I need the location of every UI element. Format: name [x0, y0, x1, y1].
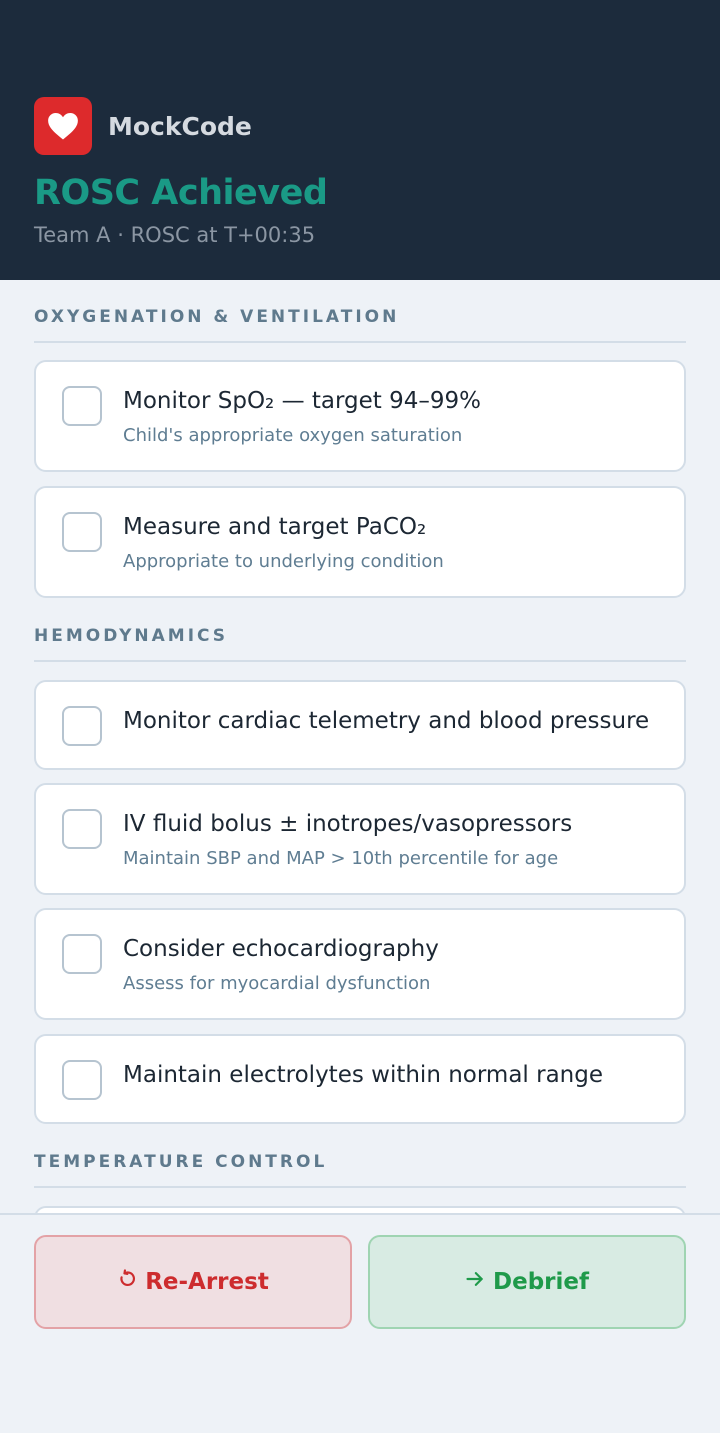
item-subtitle: Maintain SBP and MAP > 10th percentile f…	[123, 848, 559, 869]
item-subtitle: Assess for myocardial dysfunction	[123, 973, 431, 994]
page-title: ROSC Achieved	[34, 173, 328, 213]
heart-icon	[34, 97, 92, 155]
item-title: IV fluid bolus ± inotropes/vasopressors	[123, 811, 573, 837]
checkbox[interactable]	[62, 386, 102, 426]
restart-icon	[117, 1269, 137, 1295]
section-header-oxygenation: OXYGENATION & VENTILATION	[34, 307, 686, 343]
debrief-label: Debrief	[493, 1269, 589, 1295]
item-subtitle: Appropriate to underlying condition	[123, 551, 444, 572]
section-header-hemodynamics: HEMODYNAMICS	[34, 626, 686, 662]
item-subtitle: Child's appropriate oxygen saturation	[123, 425, 463, 446]
re-arrest-label: Re-Arrest	[145, 1269, 269, 1295]
checklist-item[interactable]: Monitor cardiac telemetry and blood pres…	[34, 680, 686, 770]
app-brand: MockCode	[34, 97, 252, 155]
checklist-item[interactable]: Consider echocardiography Assess for myo…	[34, 908, 686, 1020]
checklist-item[interactable]: Monitor SpO₂ — target 94–99% Child's app…	[34, 360, 686, 472]
checkbox[interactable]	[62, 512, 102, 552]
re-arrest-button[interactable]: Re-Arrest	[34, 1235, 352, 1329]
checkbox[interactable]	[62, 934, 102, 974]
item-title: Monitor SpO₂ — target 94–99%	[123, 388, 482, 414]
page-subtitle: Team A · ROSC at T+00:35	[34, 223, 316, 247]
app-name: MockCode	[108, 111, 252, 141]
action-footer: Re-Arrest Debrief	[0, 1213, 720, 1433]
item-title: Monitor cardiac telemetry and blood pres…	[123, 708, 650, 734]
checkbox[interactable]	[62, 809, 102, 849]
app-header: MockCode ROSC Achieved Team A · ROSC at …	[0, 0, 720, 280]
debrief-button[interactable]: Debrief	[368, 1235, 686, 1329]
item-title: Maintain electrolytes within normal rang…	[123, 1062, 603, 1088]
arrow-right-icon	[465, 1269, 485, 1295]
checkbox[interactable]	[62, 1060, 102, 1100]
checklist-item[interactable]: Measure and target PaCO₂ Appropriate to …	[34, 486, 686, 598]
section-header-temperature: TEMPERATURE CONTROL	[34, 1152, 686, 1188]
checklist-item[interactable]: IV fluid bolus ± inotropes/vasopressors …	[34, 783, 686, 895]
checklist-item[interactable]: Maintain electrolytes within normal rang…	[34, 1034, 686, 1124]
item-title: Measure and target PaCO₂	[123, 514, 427, 540]
checklist-scroll-area[interactable]: OXYGENATION & VENTILATION Monitor SpO₂ —…	[0, 280, 720, 1214]
item-title: Consider echocardiography	[123, 936, 439, 962]
checkbox[interactable]	[62, 706, 102, 746]
